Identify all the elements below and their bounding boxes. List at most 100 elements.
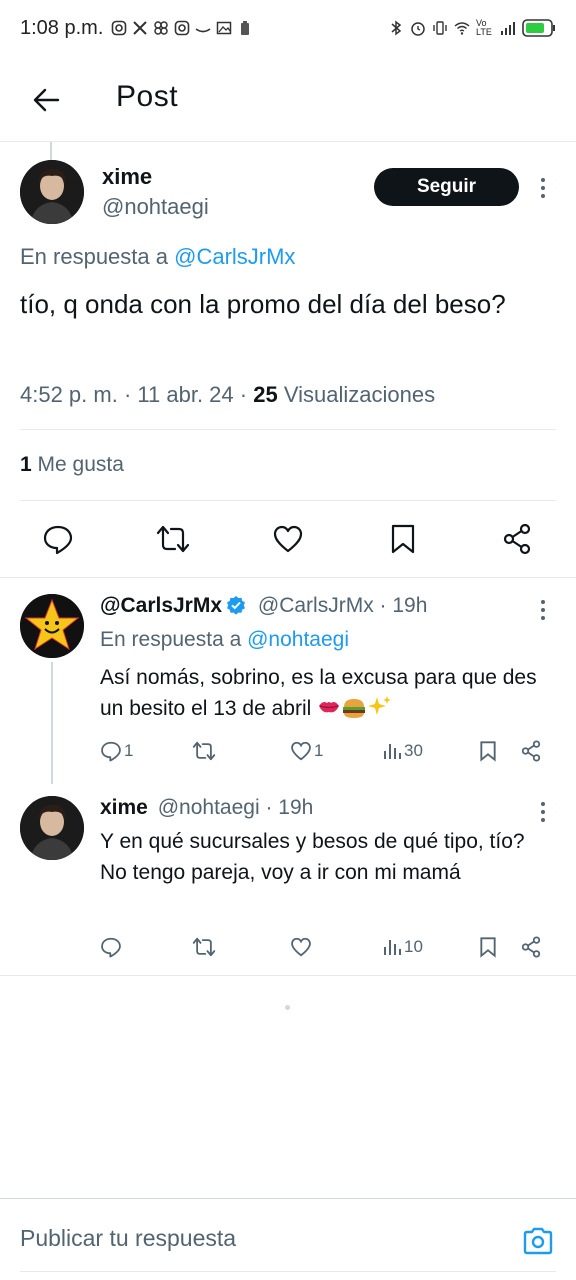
author-name[interactable]: @CarlsJrMx <box>100 594 222 617</box>
carlsjr-star-logo <box>20 594 84 658</box>
reply-icon <box>43 525 73 555</box>
reply-icon <box>101 937 121 958</box>
avatar-image <box>20 160 84 224</box>
camera-button[interactable] <box>520 1223 556 1259</box>
alarm-icon <box>411 22 425 36</box>
reply-prefix: En respuesta a <box>100 628 242 651</box>
bookmark-icon <box>480 741 496 762</box>
author-handle[interactable]: @CarlsJrMx <box>258 594 374 617</box>
signal-icon <box>501 22 515 35</box>
x-icon <box>133 21 148 35</box>
gallery-icon <box>217 21 232 35</box>
bluetooth-icon <box>391 20 402 36</box>
bookmark-icon <box>391 524 415 554</box>
views-button[interactable]: 30 <box>382 736 423 766</box>
views-count: 30 <box>404 741 423 760</box>
reply-action-bar: 10 <box>100 932 556 962</box>
reply-prefix: En respuesta a <box>20 244 168 269</box>
repost-button[interactable] <box>192 736 218 766</box>
post-time[interactable]: 19h <box>278 796 313 819</box>
reply-context: En respuesta a @nohtaegi <box>100 628 349 652</box>
reply-button[interactable] <box>100 932 124 962</box>
reply-header: xime @nohtaegi · 19h <box>100 796 314 819</box>
share-button[interactable] <box>520 932 542 962</box>
repost-button[interactable] <box>155 521 191 557</box>
system-icons: Vo LTE <box>388 19 556 37</box>
wifi-icon <box>454 22 470 35</box>
repost-icon <box>192 937 216 957</box>
views-count: 10 <box>404 937 423 956</box>
avatar[interactable] <box>20 796 84 860</box>
repost-button[interactable] <box>192 932 218 962</box>
repost-icon <box>156 525 190 553</box>
reply-button[interactable]: 1 <box>100 736 133 766</box>
reply-header: @CarlsJrMx @CarlsJrMx · 19h <box>100 594 428 617</box>
heart-icon <box>291 937 311 957</box>
back-arrow-icon <box>33 88 60 112</box>
pinwheel-icon <box>154 21 169 35</box>
share-button[interactable] <box>520 736 542 766</box>
author-handle[interactable]: @nohtaegi <box>158 796 260 819</box>
reply-compose-bar: Publicar tu respuesta <box>0 1198 576 1280</box>
thread-line <box>50 142 52 160</box>
heart-icon <box>291 741 311 761</box>
sparkles-icon <box>368 696 392 715</box>
post-text: Así nomás, sobrino, es la excusa para qu… <box>100 662 556 724</box>
share-icon <box>503 523 531 555</box>
like-count: 1 <box>314 741 324 760</box>
author-name[interactable]: xime <box>102 164 152 190</box>
thread-line <box>51 662 53 784</box>
post-text: tío, q onda con la promo del día del bes… <box>20 289 506 319</box>
instagram-icon <box>175 20 190 36</box>
battery-saver-icon <box>241 21 250 35</box>
status-bar: 1:08 p.m. Vo LTE <box>0 0 576 56</box>
bookmark-button[interactable] <box>478 736 498 766</box>
likes-summary[interactable]: 1 Me gusta <box>20 453 124 477</box>
reply-count: 1 <box>124 741 134 760</box>
avatar[interactable] <box>20 160 84 224</box>
author-name[interactable]: xime <box>100 796 148 819</box>
vibrate-icon <box>433 21 447 35</box>
back-button[interactable] <box>26 80 66 120</box>
volte-icon: Vo LTE <box>476 18 492 37</box>
more-options-icon[interactable] <box>533 598 553 622</box>
divider <box>20 1271 556 1272</box>
status-time: 1:08 p.m. <box>20 16 104 39</box>
author-handle[interactable]: @nohtaegi <box>102 194 209 220</box>
instagram-icon <box>112 20 127 36</box>
verified-badge-icon <box>227 596 246 615</box>
loading-indicator <box>285 1005 290 1010</box>
share-button[interactable] <box>499 521 535 557</box>
divider <box>0 975 576 976</box>
reply-input[interactable]: Publicar tu respuesta <box>20 1225 236 1252</box>
reply-context: En respuesta a @CarlsJrMx <box>20 244 295 270</box>
bookmark-button[interactable] <box>478 932 498 962</box>
views-button[interactable]: 10 <box>382 932 423 962</box>
analytics-icon <box>384 940 401 955</box>
more-options-icon[interactable] <box>533 800 553 824</box>
bookmark-button[interactable] <box>385 521 421 557</box>
like-button[interactable]: 1 <box>290 736 323 766</box>
post-time[interactable]: 19h <box>392 594 427 617</box>
avatar-image <box>20 796 84 860</box>
reply-action-bar: 1 1 30 <box>100 736 556 766</box>
heart-icon <box>273 525 303 553</box>
page-title: Post <box>116 80 179 113</box>
share-icon <box>521 936 541 958</box>
reply-icon <box>101 741 121 762</box>
reply-button[interactable] <box>40 521 76 557</box>
more-options-icon[interactable] <box>533 176 553 200</box>
kiss-mark-icon <box>319 702 340 713</box>
reply-mention-link[interactable]: @nohtaegi <box>247 628 349 651</box>
like-button[interactable] <box>270 521 306 557</box>
like-button[interactable] <box>290 932 314 962</box>
burger-icon <box>343 699 366 718</box>
repost-icon <box>192 741 216 761</box>
notification-icons <box>111 20 253 36</box>
likes-label: Me gusta <box>37 453 124 476</box>
post-action-bar <box>0 378 576 555</box>
avatar[interactable] <box>20 594 84 658</box>
post-text: Y en qué sucursales y besos de qué tipo,… <box>100 830 525 884</box>
reply-mention-link[interactable]: @CarlsJrMx <box>174 244 295 269</box>
follow-button[interactable]: Seguir <box>374 168 519 206</box>
